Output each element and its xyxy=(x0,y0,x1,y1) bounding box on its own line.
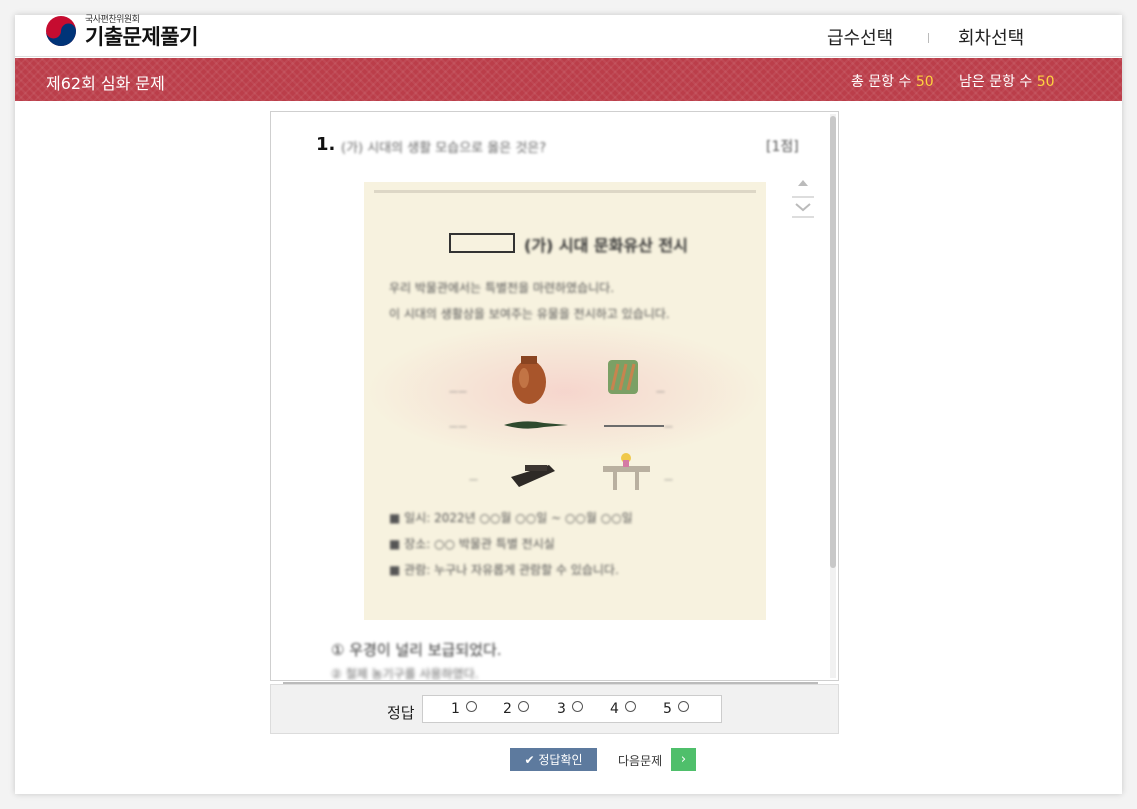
nav-divider xyxy=(928,33,929,43)
question-panel[interactable]: 1. (가) 시대의 생활 모습으로 옳은 것은? [1점] (가) 시대 문화… xyxy=(270,111,839,681)
logo-title[interactable]: 기출문제풀기 xyxy=(85,21,198,51)
check-answer-label: 정답확인 xyxy=(538,753,583,767)
pottery-shards-image xyxy=(608,360,638,394)
artifact-label: — xyxy=(656,387,665,397)
artifact-label: —— xyxy=(449,422,467,432)
nav-round-select[interactable]: 회차선택 xyxy=(958,24,1024,50)
answer-option-number: 4 xyxy=(610,701,619,717)
radio-circle-icon[interactable] xyxy=(517,701,529,712)
answer-bar-rule xyxy=(283,682,818,684)
question-choice: ① 우경이 널리 보급되었다. xyxy=(331,641,502,659)
dolmen-image xyxy=(603,453,650,490)
next-question-button[interactable]: › xyxy=(671,748,696,771)
answer-option-3[interactable]: 3 xyxy=(557,701,583,717)
artifact-label: — xyxy=(469,475,478,485)
zoom-arrows-icon[interactable] xyxy=(790,176,816,228)
source-line: 이 시대의 생활상을 보여주는 유물을 전시하고 있습니다. xyxy=(389,307,670,321)
source-background-decoration xyxy=(364,322,766,462)
bronze-dagger-image xyxy=(504,421,568,429)
source-heading-blank-box xyxy=(449,233,515,253)
total-count-value: 50 xyxy=(915,74,934,90)
nav-grade-select[interactable]: 급수선택 xyxy=(827,24,893,50)
artifact-label: —— xyxy=(449,387,467,397)
radio-circle-icon[interactable] xyxy=(465,701,477,712)
answer-option-2[interactable]: 2 xyxy=(503,701,529,717)
answer-option-number: 3 xyxy=(557,701,566,717)
next-question-link[interactable]: 다음문제 xyxy=(618,752,662,769)
taegeuk-logo-icon xyxy=(46,16,76,46)
source-info-line: ■ 일시: 2022년 ○○월 ○○일 ~ ○○월 ○○일 xyxy=(389,511,633,525)
source-info-line: ■ 장소: ○○ 박물관 특별 전시실 xyxy=(389,537,555,551)
answer-option-number: 5 xyxy=(663,701,672,717)
total-count: 총 문항 수 50 xyxy=(851,71,934,91)
question-score: [1점] xyxy=(766,139,799,155)
answer-option-number: 1 xyxy=(451,701,460,717)
answer-option-1[interactable]: 1 xyxy=(451,701,477,717)
exam-title-bar: 제62회 심화 문제 총 문항 수 50 남은 문항 수 50 xyxy=(15,58,1122,101)
question-source-box: (가) 시대 문화유산 전시 우리 박물관에서는 특별전을 마련하였습니다. 이… xyxy=(364,182,766,620)
answer-options-box: 1 2 3 4 5 xyxy=(422,695,722,723)
remaining-count-label: 남은 문항 수 xyxy=(959,74,1033,90)
answer-option-5[interactable]: 5 xyxy=(663,701,689,717)
radio-circle-icon[interactable] xyxy=(571,701,583,712)
source-line: 우리 박물관에서는 특별전을 마련하였습니다. xyxy=(389,281,615,295)
total-count-label: 총 문항 수 xyxy=(851,74,912,90)
question-number: 1. xyxy=(316,134,336,155)
remaining-count-value: 50 xyxy=(1036,74,1055,90)
question-choice: ② 철제 농기구를 사용하였다. xyxy=(331,667,479,681)
source-top-rule xyxy=(374,190,756,193)
stone-quern-image xyxy=(511,465,555,487)
pottery-jar-image xyxy=(512,356,546,404)
scrollbar-thumb[interactable] xyxy=(830,116,836,568)
page-frame: 국사편찬위원회 기출문제풀기 급수선택 회차선택 제62회 심화 문제 총 문항… xyxy=(15,15,1122,794)
check-answer-button[interactable]: ✔ 정답확인 xyxy=(510,748,597,771)
question-text: (가) 시대의 생활 모습으로 옳은 것은? xyxy=(341,141,547,156)
artifact-label: — xyxy=(664,475,673,485)
radio-circle-icon[interactable] xyxy=(624,701,636,712)
answer-option-number: 2 xyxy=(503,701,512,717)
zoom-icons[interactable] xyxy=(790,176,816,228)
exam-title: 제62회 심화 문제 xyxy=(46,74,165,93)
stone-knife-image xyxy=(604,425,664,427)
checkmark-icon: ✔ xyxy=(524,753,535,767)
chevron-right-icon: › xyxy=(680,752,687,767)
answer-option-4[interactable]: 4 xyxy=(610,701,636,717)
answer-label: 정답 xyxy=(387,704,415,722)
answer-bar: 정답 1 2 3 4 5 xyxy=(270,682,839,734)
radio-circle-icon[interactable] xyxy=(677,701,689,712)
source-heading: (가) 시대 문화유산 전시 xyxy=(524,236,688,255)
source-info-line: ■ 관람: 누구나 자유롭게 관람할 수 있습니다. xyxy=(389,563,619,577)
artifact-label: — xyxy=(664,422,673,432)
remaining-count: 남은 문항 수 50 xyxy=(959,71,1055,91)
top-header: 국사편찬위원회 기출문제풀기 급수선택 회차선택 xyxy=(15,15,1122,57)
